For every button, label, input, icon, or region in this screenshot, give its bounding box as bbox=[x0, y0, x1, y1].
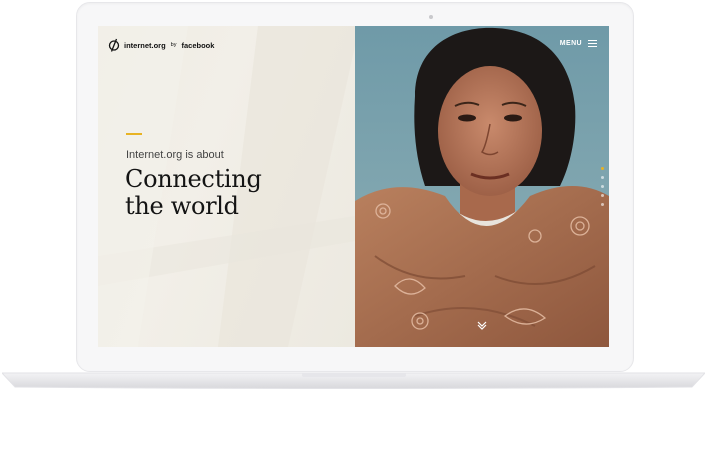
brand-name: internet.org bbox=[124, 40, 166, 50]
site-logo[interactable]: internet.org by facebook bbox=[108, 38, 214, 52]
website-screen: internet.org by facebook Internet.org is… bbox=[98, 26, 609, 347]
hero-text-panel: internet.org by facebook Internet.org is… bbox=[98, 26, 355, 347]
hero-headline: Connecting the world bbox=[125, 166, 325, 220]
hero-headline-line1: Connecting bbox=[125, 165, 262, 193]
hero-eyebrow: Internet.org is about bbox=[126, 149, 224, 161]
hero-photo: MENU bbox=[355, 26, 609, 347]
laptop-base bbox=[2, 372, 705, 389]
hero-headline-line2: the world bbox=[125, 192, 239, 220]
hamburger-icon bbox=[588, 40, 597, 47]
internet-org-logo-icon bbox=[108, 38, 120, 52]
brand-by: by bbox=[170, 42, 177, 48]
slide-dot-2[interactable] bbox=[601, 176, 604, 179]
slide-pagination bbox=[601, 167, 604, 206]
slide-dot-4[interactable] bbox=[601, 194, 604, 197]
portrait-photo bbox=[355, 26, 609, 347]
slide-dot-3[interactable] bbox=[601, 185, 604, 188]
slide-dot-1[interactable] bbox=[601, 167, 604, 170]
menu-label: MENU bbox=[559, 40, 582, 47]
menu-button[interactable]: MENU bbox=[560, 40, 597, 47]
webcam-dot bbox=[429, 15, 433, 19]
slide-dot-5[interactable] bbox=[601, 203, 604, 206]
brand-partner: facebook bbox=[181, 40, 215, 50]
accent-rule bbox=[126, 133, 142, 135]
chevron-down-icon[interactable] bbox=[476, 320, 488, 330]
